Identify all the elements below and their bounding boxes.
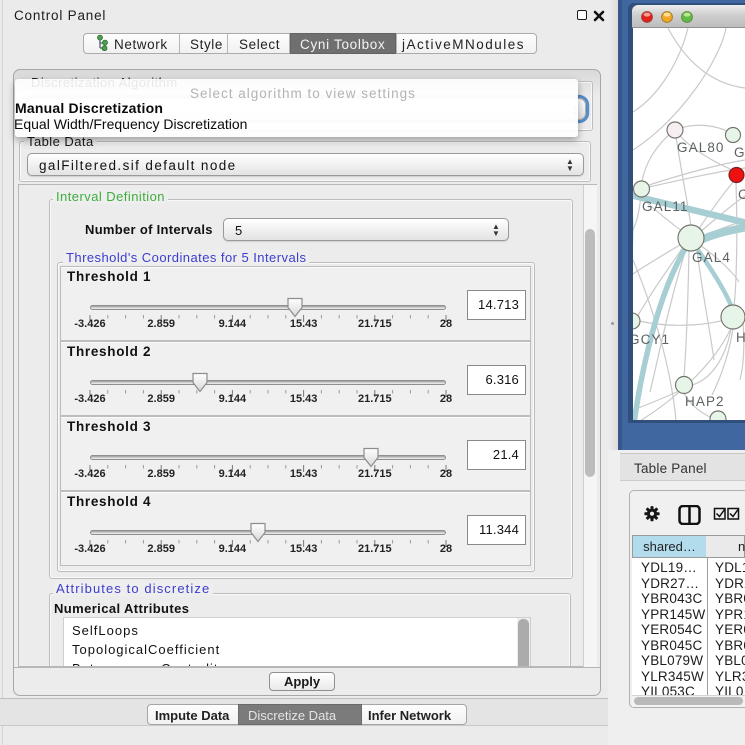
svg-text:C: C: [738, 187, 745, 202]
svg-text:GAL80: GAL80: [677, 140, 725, 155]
svg-text:GAL4: GAL4: [692, 250, 731, 265]
svg-text:H: H: [736, 330, 745, 345]
svg-text:GAL11: GAL11: [642, 199, 689, 214]
svg-text:G.: G.: [734, 145, 745, 160]
svg-text:HAP2: HAP2: [685, 394, 725, 409]
svg-text:GCY1: GCY1: [633, 332, 670, 347]
